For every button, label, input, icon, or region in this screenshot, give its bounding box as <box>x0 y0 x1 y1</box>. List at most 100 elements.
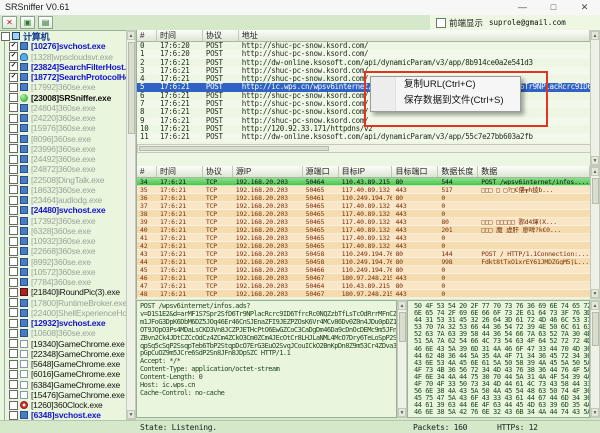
tree-item-checkbox[interactable] <box>9 288 18 297</box>
close-icon[interactable]: ✕ <box>569 0 600 15</box>
tree-item-checkbox[interactable] <box>9 298 18 307</box>
tree-vscroll-thumb[interactable] <box>128 42 135 134</box>
tree-item[interactable]: [10572]360se.exe <box>0 267 126 277</box>
request-hscroll-thumb[interactable] <box>139 146 329 151</box>
packet-row[interactable]: 4317:6:21TCP192.168.20.20350458110.249.1… <box>137 250 590 258</box>
tree-vscrollbar[interactable]: ▲ ▼ <box>126 30 136 420</box>
tree-item[interactable]: [24804]360se.exe <box>0 103 126 113</box>
tree-item-checkbox[interactable] <box>9 226 18 235</box>
tree-item[interactable]: [15476]GameChrome.exe <box>0 390 126 400</box>
column-header[interactable]: 时间 <box>157 30 203 41</box>
packet-vscrollbar[interactable]: ▲ ▼ <box>590 166 600 299</box>
tree-item-checkbox[interactable] <box>9 257 18 266</box>
tree-item[interactable]: [6016]GameChrome.exe <box>0 369 126 379</box>
tree-item-checkbox[interactable] <box>9 155 18 164</box>
tree-item-checkbox[interactable] <box>9 370 18 379</box>
tree-item[interactable]: [22508]DingTalk.exe <box>0 175 126 185</box>
start-capture-button[interactable]: ▣ <box>20 16 35 29</box>
column-header[interactable]: 数据长度 <box>438 166 478 177</box>
hex-vscrollbar[interactable]: ▲ ▼ <box>590 300 600 418</box>
maximize-icon[interactable]: □ <box>538 0 569 15</box>
tree-item[interactable]: [7784]360se.exe <box>0 277 126 287</box>
scroll-down-icon[interactable]: ▼ <box>591 408 599 417</box>
tree-item[interactable]: [18632]360se.exe <box>0 185 126 195</box>
tree-item-checkbox[interactable] <box>9 349 18 358</box>
tree-item-checkbox[interactable] <box>9 124 18 133</box>
tree-item-checkbox[interactable] <box>9 401 18 410</box>
column-header[interactable]: 时间 <box>157 166 203 177</box>
tree-item-checkbox[interactable]: ✓ <box>9 62 18 71</box>
tree-item-checkbox[interactable] <box>9 165 18 174</box>
tree-item-checkbox[interactable] <box>9 267 18 276</box>
packet-vscroll-thumb[interactable] <box>592 178 599 204</box>
column-header[interactable]: 数据 <box>478 166 590 177</box>
request-vscrollbar[interactable]: ▲ ▼ <box>590 30 600 166</box>
tree-item[interactable]: [12932]svchost.exe <box>0 318 126 328</box>
tree-item-checkbox[interactable] <box>9 360 18 369</box>
detail-vscroll-thumb[interactable] <box>399 312 406 342</box>
tree-item-checkbox[interactable] <box>9 83 18 92</box>
tree-item-checkbox[interactable]: ✓ <box>9 73 18 82</box>
save-capture-button[interactable]: ▤ <box>38 16 53 29</box>
tree-item[interactable]: [17992]360se.exe <box>0 82 126 92</box>
tree-item[interactable]: [10608]360se.exe <box>0 328 126 338</box>
scroll-down-icon[interactable]: ▼ <box>591 156 599 165</box>
packet-row[interactable]: 3717:6:21TCP192.168.20.20350465117.40.89… <box>137 202 590 210</box>
column-header[interactable]: 目标端口 <box>392 166 438 177</box>
tree-item[interactable]: [15976]360se.exe <box>0 123 126 133</box>
packet-row[interactable]: 4217:6:21TCP192.168.20.20350465117.40.89… <box>137 242 590 250</box>
tree-item[interactable]: [8096]360se.exe <box>0 134 126 144</box>
tree-root-checkbox[interactable] <box>1 32 10 41</box>
tree-item-checkbox[interactable] <box>9 144 18 153</box>
tree-item[interactable]: [22348]GameChrome.exe <box>0 349 126 359</box>
tree-item-checkbox[interactable] <box>9 380 18 389</box>
scroll-down-icon[interactable]: ▼ <box>127 410 135 419</box>
packet-row[interactable]: 4417:6:21TCP192.168.20.20350458110.249.1… <box>137 258 590 266</box>
tree-item[interactable]: [6384]GameChrome.exe <box>0 380 126 390</box>
tree-item[interactable]: [10932]360se.exe <box>0 236 126 246</box>
tree-item[interactable]: [23008]SRSniffer.exe <box>0 93 126 103</box>
tree-item-checkbox[interactable] <box>9 185 18 194</box>
packet-row[interactable]: 3617:6:21TCP192.168.20.20350461110.249.1… <box>137 194 590 202</box>
tree-item[interactable]: [6348]svchost.exe <box>0 410 126 420</box>
tree-item[interactable]: ✓[18772]SearchProtocolHost. <box>0 72 126 82</box>
column-header[interactable]: 协议 <box>203 166 233 177</box>
scroll-up-icon[interactable]: ▲ <box>591 31 599 40</box>
tree-item-checkbox[interactable] <box>9 329 18 338</box>
packet-row[interactable]: 3917:6:21TCP192.168.20.20350465117.40.89… <box>137 218 590 226</box>
request-row[interactable]: 217:6:21POSThttp://dw-online.ksosoft.com… <box>137 59 590 67</box>
packet-row[interactable]: 4117:6:21TCP192.168.20.20350465117.40.89… <box>137 234 590 242</box>
packet-row[interactable]: 3517:6:21TCP192.168.20.20350465117.40.89… <box>137 186 590 194</box>
request-hscrollbar[interactable] <box>137 144 590 153</box>
column-header[interactable]: # <box>137 166 157 177</box>
minimize-icon[interactable]: — <box>507 0 538 15</box>
column-header[interactable]: 地址 <box>239 30 590 41</box>
tree-item[interactable]: ✓[10276]svchost.exe <box>0 41 126 51</box>
tree-item[interactable]: [24872]360se.exe <box>0 164 126 174</box>
packet-row[interactable]: 4617:6:21TCP192.168.20.20350467180.97.24… <box>137 274 590 282</box>
tree-item[interactable]: [8992]360se.exe <box>0 257 126 267</box>
tree-item[interactable]: [24220]360se.exe <box>0 113 126 123</box>
column-header[interactable]: 协议 <box>203 30 239 41</box>
tree-item-checkbox[interactable] <box>9 175 18 184</box>
request-row[interactable]: 1117:6:21POSThttp://dw-online.ksosoft.co… <box>137 133 590 141</box>
detail-vscrollbar[interactable]: ▲ ▼ <box>397 300 407 418</box>
tree-item-checkbox[interactable] <box>9 247 18 256</box>
packet-row[interactable]: 4517:6:21TCP192.168.20.20350466110.249.1… <box>137 266 590 274</box>
request-row[interactable]: 117:6:20POSThttp://shuc-pc-snow.ksord.co… <box>137 50 590 58</box>
tree-item[interactable]: [1260]360Clock.exe <box>0 400 126 410</box>
tree-item-checkbox[interactable]: ✓ <box>9 52 18 61</box>
tree-item-checkbox[interactable] <box>9 308 18 317</box>
tree-item[interactable]: [17800]RuntimeBroker.exe <box>0 298 126 308</box>
tree-item[interactable]: ✓[23824]SearchFilterHost.ex <box>0 62 126 72</box>
tree-item-checkbox[interactable] <box>9 93 18 102</box>
packet-row[interactable]: 4017:6:21TCP192.168.20.20350465117.40.89… <box>137 226 590 234</box>
hex-vscroll-thumb[interactable] <box>592 312 599 346</box>
tree-item[interactable]: ✓[1328]wpscloudsvr.exe <box>0 52 126 62</box>
tree-item[interactable]: [5648]GameChrome.exe <box>0 359 126 369</box>
column-header[interactable]: 源IP <box>233 166 303 177</box>
packet-row[interactable]: 4817:6:21TCP192.168.20.20350467180.97.24… <box>137 290 590 298</box>
tree-item-checkbox[interactable] <box>9 278 18 287</box>
tree-item[interactable]: [24492]360se.exe <box>0 154 126 164</box>
tree-item-checkbox[interactable] <box>9 103 18 112</box>
